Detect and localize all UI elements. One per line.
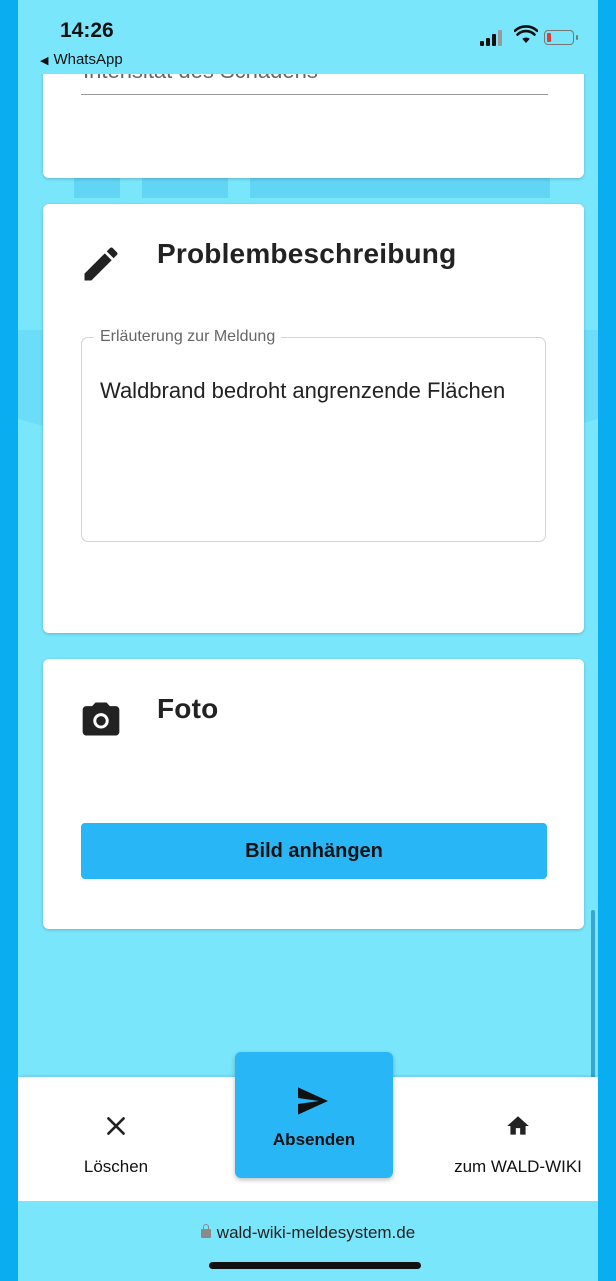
home-indicator[interactable] [209,1262,421,1269]
description-textarea[interactable]: Erläuterung zur Meldung Waldbrand bedroh… [81,328,546,542]
photo-card: Foto Bild anhängen [43,659,584,929]
problem-description-card: Problembeschreibung Erläuterung zur Meld… [43,204,584,633]
attach-image-button[interactable]: Bild anhängen [81,823,547,879]
delete-label: Löschen [83,1157,149,1176]
status-time: 14:26 [60,19,114,42]
home-wald-wiki-button[interactable]: zum WALD-WIKI [438,1077,598,1201]
description-field-label: Erläuterung zur Meldung [94,328,282,346]
send-button[interactable]: Absenden [235,1052,393,1178]
wifi-icon [514,25,538,43]
pencil-icon [84,247,118,281]
select-underline [81,94,548,95]
url-text: wald-wiki-meldesystem.de [216,1223,416,1242]
photo-title: Foto [157,693,219,724]
status-bar: 14:26 ◀ WhatsApp [18,0,598,74]
home-label: zum WALD-WIKI [454,1157,582,1176]
camera-icon [82,702,120,736]
send-icon [298,1087,328,1115]
battery-icon [544,30,578,45]
problem-description-title: Problembeschreibung [157,238,457,269]
signal-icon [480,30,504,46]
back-app-label: WhatsApp [53,51,123,68]
back-triangle-icon: ◀ [40,55,49,67]
lock-icon [200,1224,211,1238]
close-icon [107,1117,125,1135]
delete-button[interactable]: Löschen [46,1077,186,1201]
description-field-value[interactable]: Waldbrand bedroht angrenzende Flächen [100,376,525,405]
home-icon [507,1116,529,1135]
back-to-app-link[interactable]: ◀ WhatsApp [40,51,123,68]
send-label: Absenden [272,1130,356,1149]
browser-url-bar[interactable]: wald-wiki-meldesystem.de [18,1201,598,1281]
app-screen: Intensität des Schadens ▾ 14:26 ◀WhatsAp… [18,0,598,1281]
